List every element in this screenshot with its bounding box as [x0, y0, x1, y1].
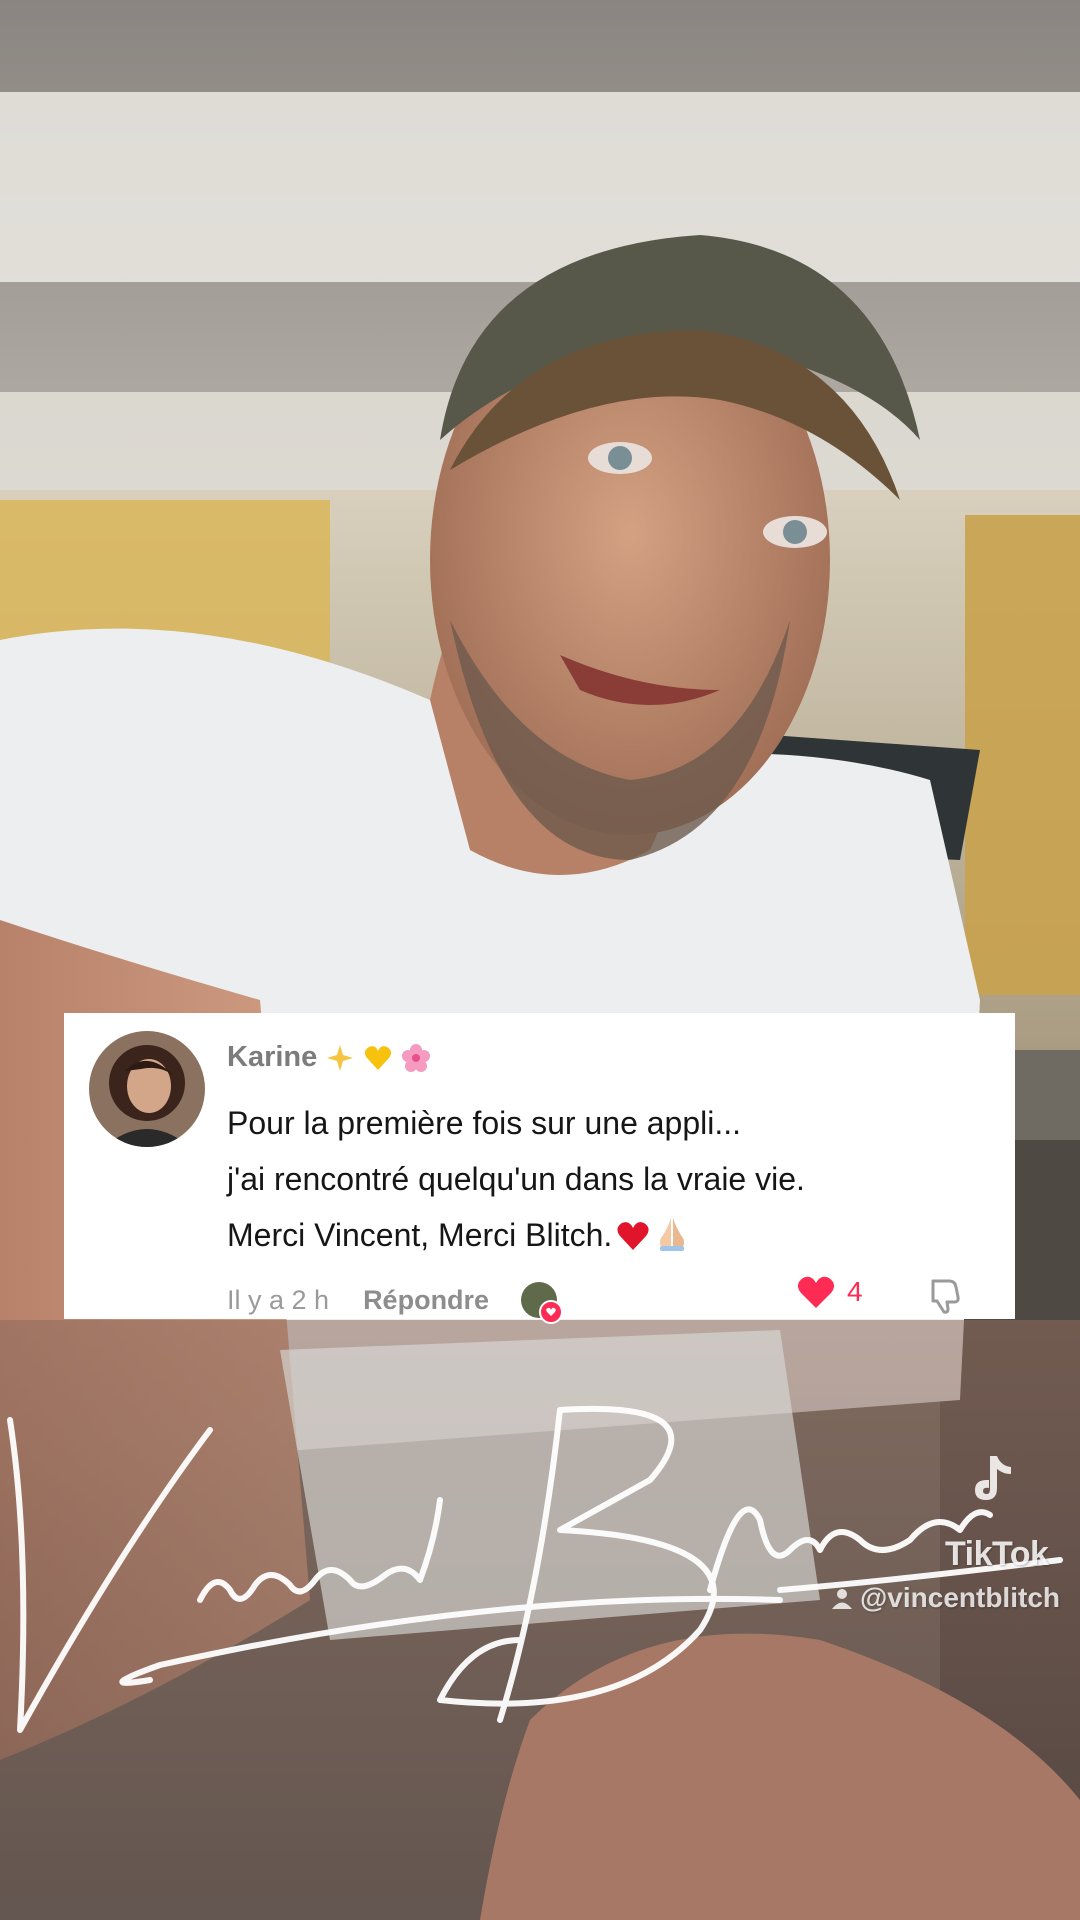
sparkles-icon — [327, 1044, 354, 1071]
comment-line-3: Merci Vincent, Merci Blitch. — [227, 1207, 987, 1263]
comment-meta: Il y a 2 h Répondre — [227, 1282, 564, 1324]
tiktok-handle-text: @vincentblitch — [860, 1582, 1060, 1613]
yellow-heart-icon — [365, 1045, 392, 1070]
red-heart-icon — [617, 1222, 649, 1250]
heart-icon — [797, 1276, 835, 1308]
comment-timestamp: Il y a 2 h — [227, 1284, 330, 1315]
pink-flower-icon — [402, 1043, 431, 1072]
comment-line-3-text: Merci Vincent, Merci Blitch. — [227, 1217, 613, 1253]
reply-button[interactable]: Répondre — [363, 1285, 489, 1316]
comment-username[interactable]: Karine — [227, 1041, 431, 1074]
creator-heart-icon — [539, 1300, 564, 1324]
like-button[interactable]: 4 — [797, 1275, 863, 1309]
tiktok-handle: @vincentblitch — [830, 1582, 1060, 1614]
username-label: Karine — [227, 1041, 318, 1073]
tiktok-wordmark: TikTok — [945, 1535, 1049, 1573]
video-background — [0, 0, 1080, 1920]
thumbs-down-icon — [931, 1279, 960, 1314]
like-count: 4 — [847, 1276, 863, 1307]
comment-line-2: j'ai rencontré quelqu'un dans la vraie v… — [227, 1161, 805, 1197]
user-icon — [832, 1589, 852, 1609]
comment-text: Pour la première fois sur une appli... j… — [227, 1095, 987, 1263]
dislike-button[interactable] — [925, 1275, 965, 1315]
creator-liked-avatar — [521, 1282, 564, 1324]
tiktok-logo-icon — [965, 1450, 1025, 1510]
comment-line-1: Pour la première fois sur une appli... — [227, 1105, 742, 1141]
praying-hands-icon — [660, 1218, 685, 1251]
comment-card: Karine Pour la première fois sur une app… — [64, 1013, 1015, 1324]
avatar[interactable] — [89, 1031, 205, 1147]
